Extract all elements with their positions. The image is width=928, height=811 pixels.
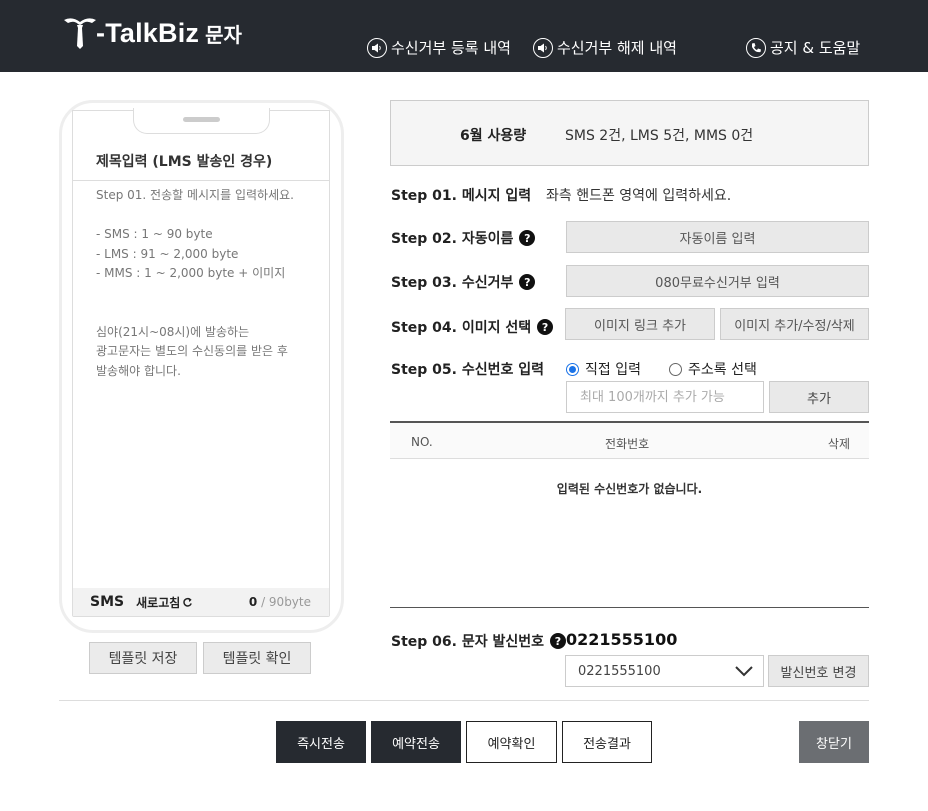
byte-max: / 90byte [257,595,311,609]
monthly-usage-box: 6월 사용량 SMS 2건, LMS 5건, MMS 0건 [390,100,869,166]
radio-direct-label: 직접 입력 [585,362,641,378]
select-value: 0221555100 [578,664,661,679]
guide-line: - SMS : 1 ~ 90 byte [96,227,213,241]
radio-direct-input[interactable]: 직접 입력 [566,359,641,379]
speaker-icon [367,37,387,58]
guide-line: - LMS : 91 ~ 2,000 byte [96,246,239,261]
radio-addressbook[interactable]: 주소록 선택 [669,359,757,379]
template-save-button[interactable]: 템플릿 저장 [89,642,197,674]
nav-reject-register[interactable]: 수신거부 등록 내역 [367,37,511,58]
radio-selected-icon [566,362,579,376]
nav-reject-release[interactable]: 수신거부 해제 내역 [533,37,677,58]
step1-desc: 좌측 핸드폰 영역에 입력하세요. [546,188,732,204]
refresh-label: 새로고침 [136,595,181,610]
footer-divider [59,700,869,701]
usage-label: 6월 사용량 [460,128,527,144]
usage-values: SMS 2건, LMS 5건, MMS 0건 [565,128,754,144]
recipient-number-input[interactable] [566,381,764,413]
refresh-icon [183,597,193,607]
template-confirm-button[interactable]: 템플릿 확인 [203,642,311,674]
add-recipient-button[interactable]: 추가 [769,381,869,413]
byte-used: 0 [248,595,258,609]
table-bottom-line [390,607,869,608]
guide-line: 심야(21시~08시)에 발송하는 [96,324,250,339]
send-result-button[interactable]: 전송결과 [562,721,652,763]
brand-name: -TalkBiz [96,17,200,48]
image-edit-button[interactable]: 이미지 추가/수정/삭제 [720,308,869,340]
refresh-button[interactable]: 새로고침 [136,594,193,611]
reserve-send-button[interactable]: 예약전송 [371,721,461,763]
message-textarea[interactable]: Step 01. 전송할 메시지를 입력하세요. - SMS : 1 ~ 90 … [96,186,321,381]
col-no: NO. [411,435,433,449]
phone-footer: SMS 새로고침 0 / 90byte [73,588,329,616]
speaker-icon [533,37,553,58]
guide-line: Step 01. 전송할 메시지를 입력하세요. [96,188,294,202]
nav-label: 공지 & 도움말 [770,39,861,57]
step4-text: Step 04. 이미지 선택 [391,320,532,336]
phone-icon [746,37,766,58]
step6-label: Step 06. 문자 발신번호 ? [391,631,566,651]
nav-label: 수신거부 해제 내역 [557,39,677,57]
help-icon[interactable]: ? [519,230,536,246]
sender-number-select[interactable]: 0221555100 [565,655,764,687]
step2-text: Step 02. 자동이름 [391,231,514,247]
radio-unselected-icon [669,362,682,376]
reject-080-button[interactable]: 080무료수신거부 입력 [566,265,869,297]
tie-logo-icon [64,18,96,49]
table-empty-message: 입력된 수신번호가 없습니다. [556,482,703,496]
nav-label: 수신거부 등록 내역 [391,39,511,57]
guide-line: 광고문자는 별도의 수신동의를 받은 후 [96,344,288,358]
table-header: NO. 전화번호 삭제 [390,421,869,459]
image-link-button[interactable]: 이미지 링크 추가 [565,308,715,340]
send-now-button[interactable]: 즉시전송 [276,721,366,763]
help-icon[interactable]: ? [519,274,536,290]
help-icon[interactable]: ? [537,319,554,335]
radio-address-label: 주소록 선택 [688,362,757,378]
recipient-table: NO. 전화번호 삭제 [390,421,869,459]
sender-number: 0221555100 [566,630,678,649]
step4-label: Step 04. 이미지 선택 ? [391,317,554,337]
step1-label: Step 01. 메시지 입력 [391,188,532,204]
step5-label: Step 05. 수신번호 입력 [391,362,544,378]
message-type: SMS [90,594,125,610]
step3-label: Step 03. 수신거부 ? [391,272,536,292]
auto-name-button[interactable]: 자동이름 입력 [566,221,869,253]
chevron-down-icon [735,666,753,677]
talkbiz-logo: -TalkBiz 문자 [62,14,242,52]
byte-counter: 0 / 90byte [249,595,311,609]
guide-line: - MMS : 1 ~ 2,000 byte + 이미지 [96,266,286,280]
step3-text: Step 03. 수신거부 [391,275,514,291]
brand-suffix: 문자 [205,22,242,47]
step2-label: Step 02. 자동이름 ? [391,228,536,248]
header-bar: -TalkBiz 문자 수신거부 등록 내역 수신거부 해제 내역 공지 & 도… [0,0,928,72]
col-phone: 전화번호 [605,437,650,451]
help-icon[interactable]: ? [550,633,566,649]
phone-speaker [183,117,220,122]
nav-notice-help[interactable]: 공지 & 도움말 [746,37,860,58]
reserve-check-button[interactable]: 예약확인 [466,721,557,763]
subject-input[interactable]: 제목입력 (LMS 발송인 경우) [73,135,329,181]
guide-line: 발송해야 합니다. [96,363,181,378]
change-sender-button[interactable]: 발신번호 변경 [768,655,869,687]
step6-text: Step 06. 문자 발신번호 [391,634,544,650]
close-window-button[interactable]: 창닫기 [799,721,869,763]
col-delete: 삭제 [827,437,850,451]
